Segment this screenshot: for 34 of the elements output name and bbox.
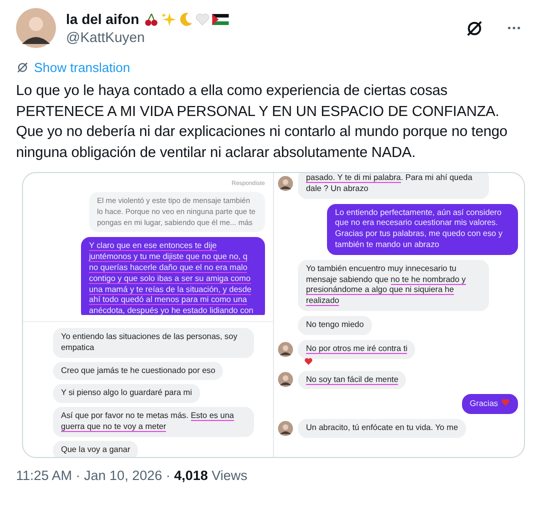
chat-bubble: pasado. Y te di mi palabra. Para mi ahí queda dale ? Un abrazo	[298, 173, 489, 199]
contact-avatar	[278, 342, 293, 357]
contact-avatar	[278, 421, 293, 436]
attached-image[interactable]	[22, 172, 525, 458]
chat-bubble: Y si pienso algo lo guardaré para mi	[53, 384, 200, 404]
chat-bubble: No soy tan fácil de mente	[298, 370, 406, 390]
chat-bubble: Que la voy a ganar	[53, 440, 138, 457]
contact-avatar	[278, 176, 293, 192]
chat-bubble: Lo entiendo perfectamente, aún así considero que no era necesario cuestionar mis valores. Gracias por tus palabras, me quedo con eso y también te mando un abrazo	[327, 204, 518, 255]
chat-bubble: Yo también encuentro muy innecesario tu mensaje sabiendo que no te he nombrado y presionándome a algo que ni siquiera he realizado	[298, 260, 489, 311]
chat-bubble: Y claro que en ese entonces te dije juntémonos y tu me dijiste que no que no, q no querías hacerle daño que el no era malo contigo y que solo ibas a ser su amiga como una mamá y te reías de la situación, y desde ahí todo quedó al menos para mi como una anécdota, después yo he estado lidiando con	[80, 237, 265, 315]
tweet-text: Lo que yo le haya contado a ella como experiencia de ciertas cosas PERTENECE A MI VIDA PERSONAL Y EN UN ESPACIO DE CONFIANZA. Que yo no debería ni dar explicaciones ni contarlo al mundo porque no tengo ninguna obligación de ventilar ni aclarar absolutamente NADA.	[16, 82, 508, 162]
tweet-meta: 11:25 AM · Jan 10, 2026 · 4,018 Views	[16, 468, 248, 483]
moon-icon	[178, 12, 194, 26]
chat-bubble: No tengo miedo	[298, 316, 372, 335]
heart-icon	[501, 398, 510, 408]
flag-icon	[212, 14, 230, 24]
display-name[interactable]: la del aifon	[66, 11, 140, 27]
avatar[interactable]	[16, 8, 56, 48]
cherry-icon	[144, 12, 160, 26]
chat-bubble: Un abracito, tú enfócate en tu vida. Yo me	[298, 419, 466, 438]
chat-bubble: Yo entiendo las situaciones de las personas, soy empatica	[53, 328, 254, 358]
chat-bubble: Así que por favor no te metas más. Esto es una guerra que no te voy a meter	[53, 407, 254, 437]
chat-bubble: Gracias	[462, 394, 518, 414]
chat-bubble: No por otros me iré contra ti	[298, 340, 416, 359]
translate-icon	[16, 61, 29, 74]
more-icon[interactable]	[506, 25, 522, 31]
heart-reaction-icon	[304, 356, 313, 366]
chat-bubble: Creo que jamás te he cuestionado por eso	[53, 362, 224, 380]
sparkle-icon	[161, 12, 176, 26]
grok-icon[interactable]	[465, 18, 484, 38]
contact-avatar	[278, 372, 293, 388]
user-handle[interactable]: @KattKuyen	[66, 29, 455, 45]
heart-icon	[195, 12, 210, 26]
